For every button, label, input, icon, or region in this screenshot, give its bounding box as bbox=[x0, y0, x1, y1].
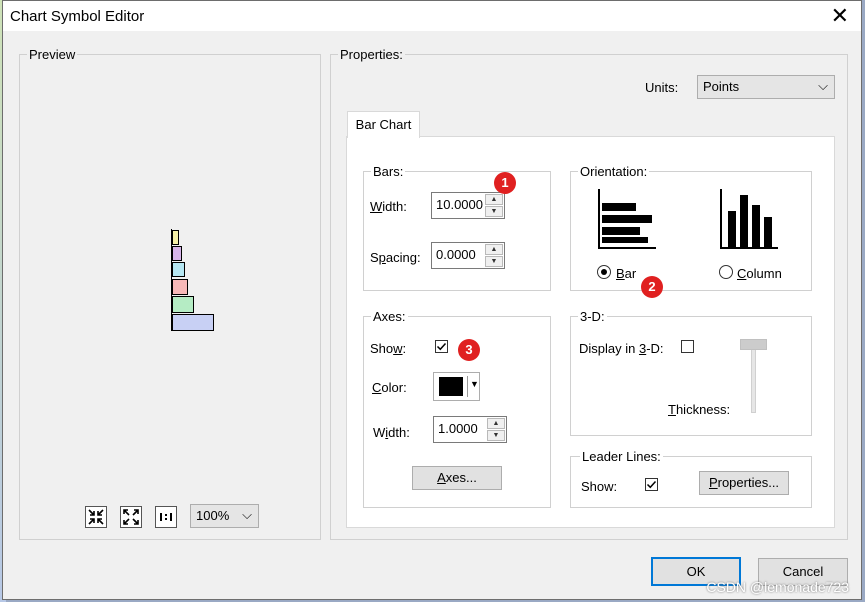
color-swatch bbox=[439, 377, 463, 396]
units-select[interactable]: Points ⌵ bbox=[697, 75, 835, 99]
zoom-value: 100% bbox=[196, 508, 230, 523]
zoom-to-fit-icon[interactable] bbox=[85, 506, 107, 528]
title-bar: Chart Symbol Editor ✕ bbox=[3, 1, 861, 31]
checkmark-icon bbox=[436, 342, 447, 351]
axes-width-label: Width: bbox=[373, 425, 410, 440]
properties-legend: Properties: bbox=[338, 47, 405, 62]
bar-radio[interactable] bbox=[597, 265, 611, 279]
column-radio[interactable] bbox=[719, 265, 733, 279]
column-orientation-icon[interactable] bbox=[718, 189, 780, 251]
bar-spacing-stepper[interactable]: 0.0000 ▲ ▼ bbox=[431, 242, 505, 269]
chevron-down-icon: ⌵ bbox=[818, 78, 828, 93]
leader-lines-show-label: Show: bbox=[581, 479, 618, 494]
axes-width-value: 1.0000 bbox=[438, 421, 478, 436]
annotation-badge-1: 1 bbox=[494, 172, 516, 194]
axes-show-label: Show: bbox=[370, 341, 407, 356]
three-d-group bbox=[570, 316, 812, 436]
radio-selected-dot bbox=[601, 269, 607, 275]
thickness-label: Thickness: bbox=[668, 402, 731, 417]
axes-color-picker[interactable]: ▼ bbox=[433, 372, 480, 401]
preview-bar bbox=[172, 262, 185, 277]
spin-up-icon[interactable]: ▲ bbox=[487, 418, 505, 429]
thickness-slider-track[interactable] bbox=[751, 341, 756, 413]
three-d-legend: 3-D: bbox=[578, 309, 607, 324]
axes-legend: Axes: bbox=[371, 309, 408, 324]
close-icon[interactable]: ✕ bbox=[831, 3, 849, 29]
preview-bar bbox=[172, 246, 182, 261]
spin-up-icon[interactable]: ▲ bbox=[485, 194, 503, 205]
thickness-slider-thumb[interactable] bbox=[740, 339, 767, 350]
zoom-select[interactable]: 100% ⌵ bbox=[190, 504, 259, 528]
spin-down-icon[interactable]: ▼ bbox=[485, 206, 503, 217]
spin-down-icon[interactable]: ▼ bbox=[487, 430, 505, 441]
window-title: Chart Symbol Editor bbox=[10, 8, 145, 25]
spin-up-icon[interactable]: ▲ bbox=[485, 244, 503, 255]
units-value: Points bbox=[703, 79, 740, 94]
bar-width-label: Width: bbox=[370, 199, 407, 214]
chart-symbol-editor-dialog: Chart Symbol Editor ✕ Preview 100% ⌵ Pro… bbox=[2, 0, 862, 600]
bar-radio-label: Bar bbox=[616, 266, 637, 281]
leader-lines-properties-button[interactable]: Properties... bbox=[699, 471, 789, 495]
checkmark-icon bbox=[646, 480, 657, 489]
preview-bar bbox=[172, 279, 188, 295]
leader-lines-legend: Leader Lines: bbox=[580, 449, 663, 464]
axes-show-checkbox[interactable] bbox=[435, 340, 448, 353]
chevron-down-icon: ⌵ bbox=[242, 507, 252, 522]
preview-legend: Preview bbox=[27, 47, 78, 62]
bars-group bbox=[363, 171, 551, 291]
preview-bar bbox=[172, 230, 179, 245]
leader-lines-show-checkbox[interactable] bbox=[645, 478, 658, 491]
axes-button[interactable]: Axes... bbox=[412, 466, 502, 490]
bar-spacing-label: Spacing: bbox=[370, 250, 421, 265]
spin-down-icon[interactable]: ▼ bbox=[485, 256, 503, 267]
axes-color-label: Color: bbox=[372, 380, 407, 395]
caret-down-icon: ▼ bbox=[470, 379, 479, 389]
bars-legend: Bars: bbox=[371, 164, 406, 179]
orientation-legend: Orientation: bbox=[578, 164, 650, 179]
units-label: Units: bbox=[645, 80, 679, 95]
bar-width-value: 10.0000 bbox=[436, 197, 483, 212]
annotation-badge-2: 2 bbox=[641, 276, 663, 298]
display-3d-checkbox[interactable] bbox=[681, 340, 694, 353]
actual-size-icon[interactable] bbox=[155, 506, 177, 528]
bar-width-stepper[interactable]: 10.0000 ▲ ▼ bbox=[431, 192, 505, 219]
preview-bar bbox=[172, 296, 194, 313]
column-radio-label: Column bbox=[737, 266, 782, 281]
preview-bar bbox=[172, 314, 214, 331]
axes-width-stepper[interactable]: 1.0000 ▲ ▼ bbox=[433, 416, 507, 443]
tab-bar-chart[interactable]: Bar Chart bbox=[347, 111, 420, 138]
horizontal-bar-orientation-icon[interactable] bbox=[596, 189, 658, 251]
watermark: CSDN @lemonade723 bbox=[706, 579, 849, 595]
display-3d-label: Display in 3-D: bbox=[579, 341, 664, 356]
annotation-badge-3: 3 bbox=[458, 339, 480, 361]
chart-symbol-preview bbox=[170, 229, 214, 331]
bar-spacing-value: 0.0000 bbox=[436, 247, 476, 262]
zoom-full-extent-icon[interactable] bbox=[120, 506, 142, 528]
